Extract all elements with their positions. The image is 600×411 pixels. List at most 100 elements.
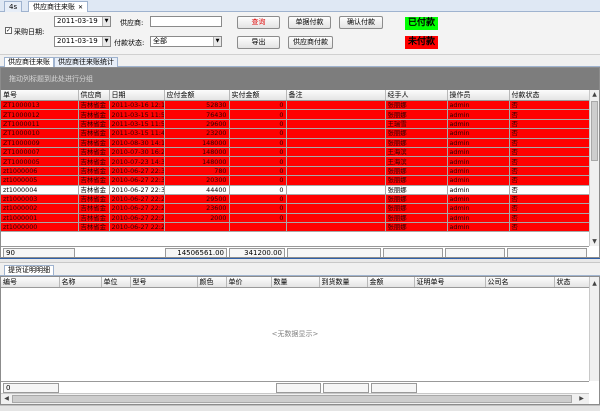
table-cell-due[interactable]: 52830	[164, 100, 230, 111]
table-cell-due[interactable]: 2000	[164, 213, 230, 224]
column-header[interactable]: 日期	[109, 90, 165, 101]
table-cell-note[interactable]	[286, 147, 386, 158]
table-cell-note[interactable]	[286, 222, 386, 233]
table-cell-supplier[interactable]: 吉林省金	[78, 185, 110, 195]
table-cell-supplier[interactable]: 吉林省金	[78, 119, 110, 130]
table-cell-supplier[interactable]: 吉林省金	[78, 128, 110, 139]
table-cell-status[interactable]: 否	[509, 128, 590, 139]
table-cell-date[interactable]: 2011-03-15 11:56	[109, 119, 165, 130]
column-header[interactable]: 金额	[367, 277, 415, 288]
table-cell-handler[interactable]: 张丽娜	[385, 185, 448, 195]
column-header[interactable]: 颜色	[197, 277, 227, 288]
table-cell-date[interactable]: 2010-06-27 22:30	[109, 185, 165, 195]
column-header[interactable]: 单价	[226, 277, 272, 288]
table-row[interactable]: zt1000003 吉林省金 2010-06-27 22:28 29500 0 张丽娜 ad…	[1, 194, 590, 205]
column-header[interactable]: 单号	[1, 90, 79, 101]
table-cell-date[interactable]: 2010-06-27 22:28	[109, 203, 165, 214]
table-cell-due[interactable]: 148000	[164, 138, 230, 148]
table-cell-id[interactable]: ZT1000011	[1, 119, 79, 130]
table-cell-status[interactable]: 否	[509, 138, 590, 148]
single-pay-button[interactable]: 单据付款	[288, 16, 331, 29]
table-cell-handler[interactable]: 张丽娜	[385, 213, 448, 224]
pane-splitter[interactable]	[0, 258, 600, 263]
table-cell-paid[interactable]: 0	[229, 166, 287, 177]
table-cell-operator[interactable]: admin	[447, 109, 510, 120]
table-cell-supplier[interactable]: 吉林省金	[78, 166, 110, 177]
table-cell-handler[interactable]: 张丽娜	[385, 109, 448, 120]
table-row[interactable]: zt1000004 吉林省金 2010-06-27 22:30 44400 0 张丽娜 ad…	[1, 185, 590, 195]
table-cell-operator[interactable]: admin	[447, 203, 510, 214]
table-cell-status[interactable]: 否	[509, 147, 590, 158]
table-cell-status[interactable]: 否	[509, 185, 590, 195]
table-cell-operator[interactable]: admin	[447, 213, 510, 224]
detail-horizontal-scrollbar[interactable]: ◀ ▶	[1, 393, 589, 404]
table-cell-operator[interactable]: admin	[447, 175, 510, 186]
table-cell-note[interactable]	[286, 156, 386, 167]
table-cell-id[interactable]: ZT1000013	[1, 100, 79, 111]
table-cell-note[interactable]	[286, 100, 386, 111]
table-cell-status[interactable]: 否	[509, 203, 590, 214]
table-cell-date[interactable]: 2010-06-27 22:38	[109, 166, 165, 177]
table-row[interactable]: ZT1000011 吉林省金 2011-03-15 11:56 29600 0 王瑞雪 ad…	[1, 119, 590, 130]
table-cell-status[interactable]: 否	[509, 109, 590, 120]
scrollbar-thumb[interactable]	[12, 395, 572, 403]
table-cell-supplier[interactable]: 吉林省金	[78, 109, 110, 120]
table-cell-id[interactable]: zt1000000	[1, 222, 79, 233]
table-cell-status[interactable]: 否	[509, 175, 590, 186]
table-cell-status[interactable]: 否	[509, 166, 590, 177]
table-cell-supplier[interactable]: 吉林省金	[78, 147, 110, 158]
table-cell-date[interactable]: 2010-06-27 22:28	[109, 222, 165, 233]
table-cell-supplier[interactable]: 吉林省金	[78, 222, 110, 233]
column-header[interactable]: 操作员	[447, 90, 510, 101]
table-cell-id[interactable]: zt1000001	[1, 213, 79, 224]
table-cell-handler[interactable]: 张丽娜	[385, 166, 448, 177]
tab-delivery-proof-details[interactable]: 提货证明明细	[4, 265, 54, 275]
table-cell-note[interactable]	[286, 166, 386, 177]
column-header[interactable]: 供应商	[78, 90, 110, 101]
table-cell-paid[interactable]: 0	[229, 185, 287, 195]
chevron-up-icon[interactable]: ▲	[590, 279, 599, 288]
table-cell-note[interactable]	[286, 119, 386, 130]
table-cell-due[interactable]: 76430	[164, 109, 230, 120]
table-cell-paid[interactable]: 0	[229, 213, 287, 224]
table-row[interactable]: ZT1000010 吉林省金 2011-03-15 11:45 23200 0 张丽娜 ad…	[1, 128, 590, 139]
table-cell-operator[interactable]: admin	[447, 194, 510, 205]
table-cell-date[interactable]: 2010-06-27 22:38	[109, 175, 165, 186]
tab-supplier-accounts-stats[interactable]: 供应商往来账统计	[54, 57, 118, 67]
group-by-panel[interactable]: 拖动列标题到此处进行分组	[1, 68, 599, 90]
table-row[interactable]: zt1000006 吉林省金 2010-06-27 22:38 780 0 张丽娜 admi…	[1, 166, 590, 177]
table-cell-id[interactable]: zt1000003	[1, 194, 79, 205]
table-cell-due[interactable]: 29500	[164, 194, 230, 205]
table-row[interactable]: ZT1000012 吉林省金 2011-03-15 11:59 76430 0 张丽娜 ad…	[1, 109, 590, 120]
table-cell-paid[interactable]: 0	[229, 203, 287, 214]
tab-4s[interactable]: 4s	[4, 1, 23, 12]
table-cell-handler[interactable]: 张丽娜	[385, 100, 448, 111]
table-row[interactable]: ZT1000009 吉林省金 2010-08-30 14:18 148000 0 张丽娜 a…	[1, 138, 590, 148]
table-cell-operator[interactable]: admin	[447, 185, 510, 195]
table-cell-handler[interactable]: 王海滨	[385, 156, 448, 167]
table-cell-status[interactable]: 否	[509, 194, 590, 205]
table-cell-handler[interactable]: 张丽娜	[385, 175, 448, 186]
table-cell-status[interactable]: 否	[509, 213, 590, 224]
table-row[interactable]: zt1000002 吉林省金 2010-06-27 22:28 23600 0 张丽娜 ad…	[1, 203, 590, 214]
table-cell-due[interactable]: 780	[164, 166, 230, 177]
column-header[interactable]: 状态	[554, 277, 590, 288]
tab-supplier-accounts[interactable]: 供应商往来账 ✕	[28, 1, 89, 12]
chevron-down-icon[interactable]: ▼	[102, 17, 110, 26]
table-cell-date[interactable]: 2011-03-15 11:45	[109, 128, 165, 139]
table-cell-status[interactable]: 否	[509, 156, 590, 167]
column-header[interactable]: 公司名	[485, 277, 555, 288]
column-header[interactable]: 数量	[271, 277, 320, 288]
table-cell-id[interactable]: ZT1000012	[1, 109, 79, 120]
table-cell-handler[interactable]: 张丽娜	[385, 203, 448, 214]
table-cell-due[interactable]: 148000	[164, 147, 230, 158]
table-cell-status[interactable]: 否	[509, 119, 590, 130]
table-cell-paid[interactable]	[229, 222, 287, 233]
table-cell-note[interactable]	[286, 203, 386, 214]
table-cell-supplier[interactable]: 吉林省金	[78, 203, 110, 214]
table-row[interactable]: zt1000000 吉林省金 2010-06-27 22:28 张丽娜 admin 否	[1, 222, 590, 233]
table-cell-date[interactable]: 2011-03-15 11:59	[109, 109, 165, 120]
table-row[interactable]: ZT1000013 吉林省金 2011-03-16 12:18 52830 0 张丽娜 ad…	[1, 100, 590, 111]
column-header[interactable]: 到货数量	[319, 277, 368, 288]
table-cell-date[interactable]: 2010-06-27 22:28	[109, 194, 165, 205]
